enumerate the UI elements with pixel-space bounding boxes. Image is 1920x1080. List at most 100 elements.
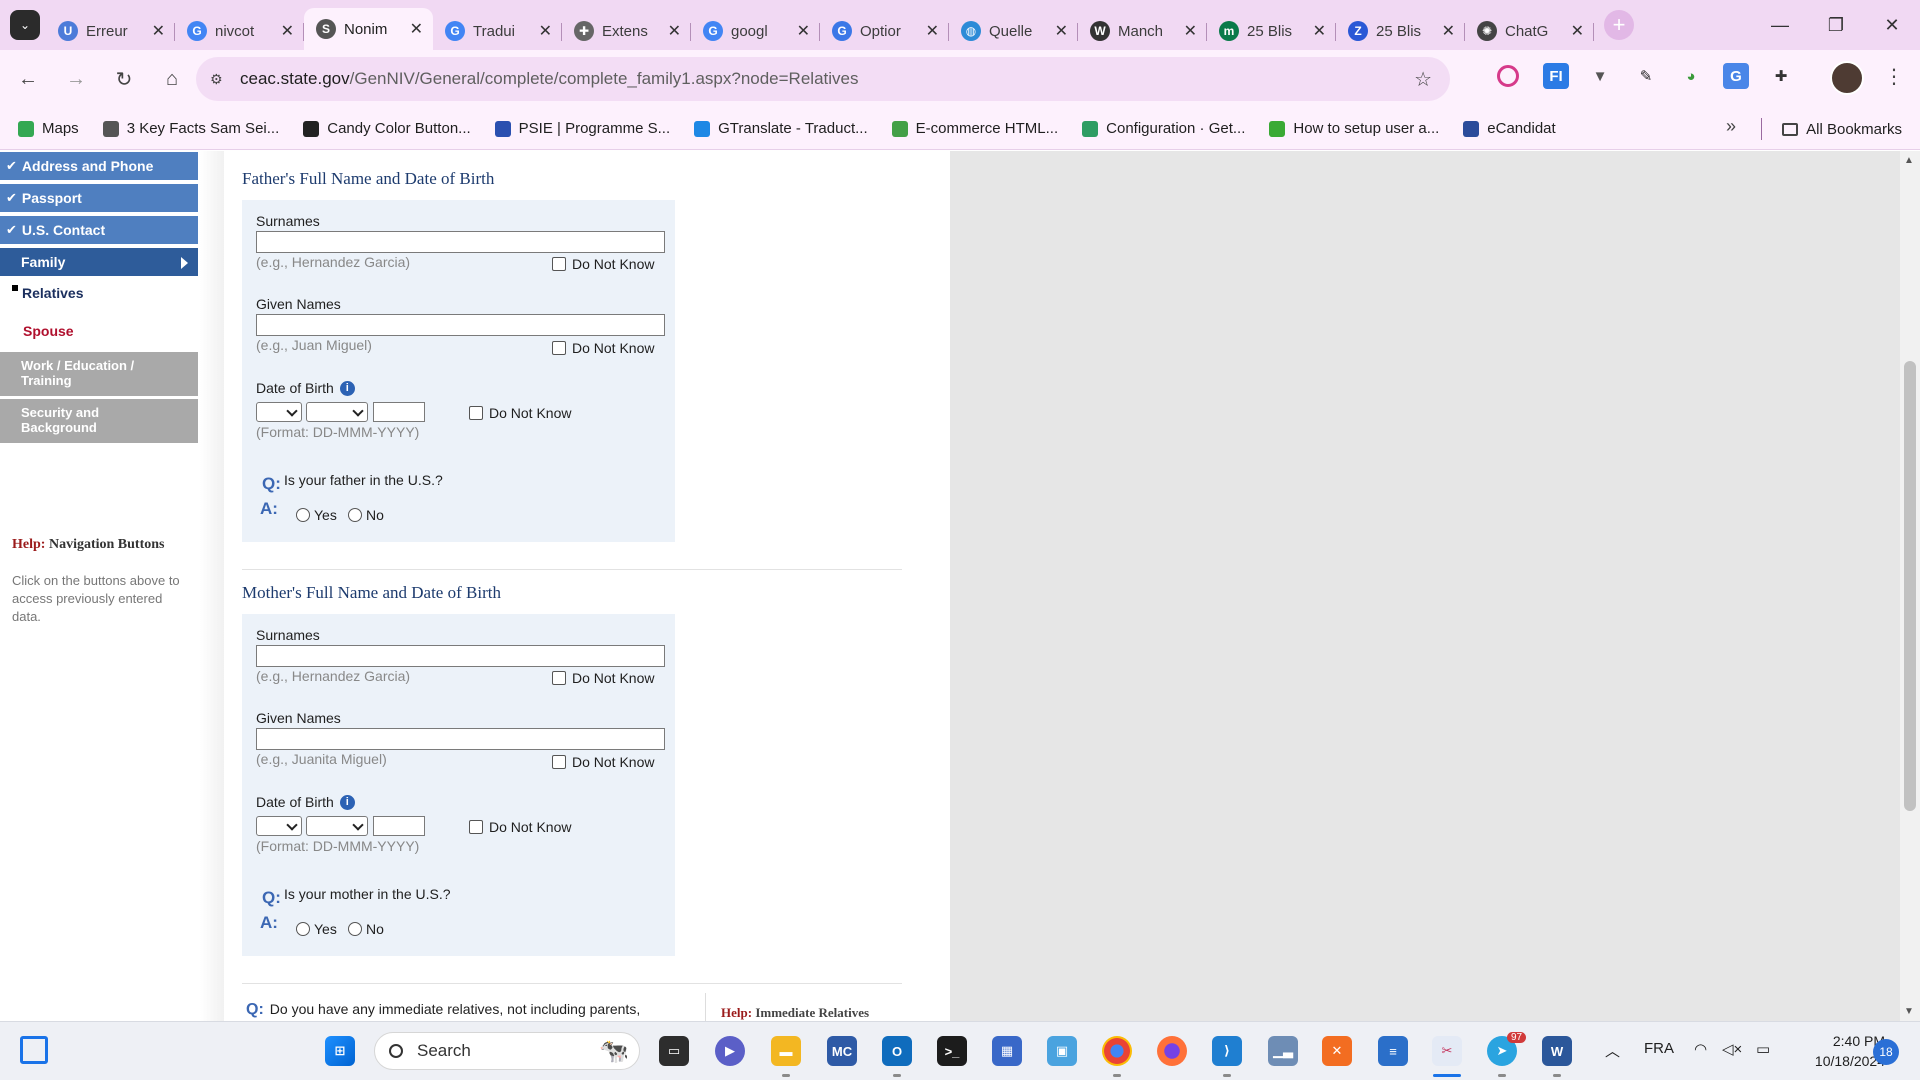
nav-work-education[interactable]: Work / Education / Training — [0, 352, 198, 397]
clock[interactable]: 2:40 PM 10/18/2024 — [1790, 1031, 1885, 1071]
father-given-dnk[interactable]: Do Not Know — [552, 340, 654, 356]
checkbox[interactable] — [469, 406, 483, 420]
notepad-icon[interactable]: ≡ — [1378, 1036, 1408, 1066]
browser-tab[interactable]: m 25 Blis ✕ — [1207, 12, 1336, 50]
eyedropper-icon[interactable]: ✎ — [1633, 63, 1659, 89]
scroll-up-icon[interactable]: ▲ — [1904, 155, 1914, 166]
nav-security-background[interactable]: Security and Background — [0, 399, 198, 444]
bookmark-item[interactable]: eCandidat — [1451, 114, 1567, 144]
widgets-icon[interactable] — [20, 1036, 48, 1064]
notification-count[interactable]: 18 — [1873, 1039, 1899, 1065]
tab-close-icon[interactable]: ✕ — [410, 19, 423, 39]
father-yes-radio[interactable]: Yes — [296, 507, 337, 523]
page-scrollbar[interactable]: ▲ ▼ — [1900, 151, 1920, 1021]
file-explorer-icon[interactable]: ▬ — [771, 1036, 801, 1066]
bookmark-item[interactable]: E-commerce HTML... — [880, 114, 1071, 144]
mother-surnames-dnk[interactable]: Do Not Know — [552, 670, 654, 686]
palette-extension-icon[interactable]: ◕ — [1678, 63, 1704, 89]
father-given-input[interactable] — [256, 314, 665, 336]
mother-dob-month-select[interactable] — [306, 816, 368, 836]
bookmark-item[interactable]: 3 Key Facts Sam Sei... — [91, 114, 292, 144]
info-icon[interactable]: i — [339, 381, 355, 396]
start-windows-icon[interactable]: ⊞ — [325, 1036, 355, 1066]
browser-tab[interactable]: Z 25 Blis ✕ — [1336, 12, 1465, 50]
bookmark-item[interactable]: GTranslate - Traduct... — [682, 114, 880, 144]
nav-family[interactable]: Family — [0, 248, 198, 277]
performance-monitor-icon[interactable]: ▁▃ — [1268, 1036, 1298, 1066]
battery-icon[interactable]: ▭ — [1756, 1040, 1770, 1058]
browser-tab[interactable]: ✺ ChatG ✕ — [1465, 12, 1594, 50]
father-no-radio[interactable]: No — [348, 507, 384, 523]
nav-us-contact[interactable]: ✔ U.S. Contact — [0, 216, 198, 245]
father-surnames-dnk[interactable]: Do Not Know — [552, 256, 654, 272]
checkbox[interactable] — [552, 341, 566, 355]
browser-tab[interactable]: S Nonim ✕ — [304, 8, 433, 50]
browser-tab[interactable]: Gnivcot ✕ — [175, 12, 304, 50]
info-icon[interactable]: i — [339, 795, 355, 810]
browser-tab[interactable]: Ggoogl ✕ — [691, 12, 820, 50]
minimize-button[interactable]: — — [1752, 0, 1808, 50]
tab-close-icon[interactable]: ✕ — [539, 21, 552, 41]
mother-no-radio[interactable]: No — [348, 921, 384, 937]
mother-given-dnk[interactable]: Do Not Know — [552, 754, 654, 770]
profile-avatar[interactable] — [1830, 61, 1864, 95]
tab-close-icon[interactable]: ✕ — [926, 21, 939, 41]
tab-close-icon[interactable]: ✕ — [281, 21, 294, 41]
firefox-icon[interactable] — [1157, 1036, 1187, 1066]
father-dob-year-input[interactable] — [373, 402, 425, 422]
nav-passport[interactable]: ✔ Passport — [0, 184, 198, 213]
mother-given-input[interactable] — [256, 728, 665, 750]
teams-icon[interactable]: ▶ — [715, 1036, 745, 1066]
mother-dob-year-input[interactable] — [373, 816, 425, 836]
tab-close-icon[interactable]: ✕ — [152, 21, 165, 41]
browser-menu-icon[interactable]: ⋮ — [1884, 64, 1904, 89]
bookmark-item[interactable]: Maps — [6, 114, 91, 144]
terminal-icon[interactable]: >_ — [937, 1036, 967, 1066]
bookmark-item[interactable]: PSIE | Programme S... — [483, 114, 682, 144]
wifi-icon[interactable]: ◠ — [1694, 1040, 1707, 1058]
mother-yes-radio[interactable]: Yes — [296, 921, 337, 937]
chrome-icon[interactable] — [1102, 1036, 1132, 1066]
mother-dob-day-select[interactable] — [256, 816, 302, 836]
volume-muted-icon[interactable]: ◁× — [1722, 1040, 1742, 1058]
nav-address-and-phone[interactable]: ✔ Address and Phone — [0, 152, 198, 181]
bookmark-item[interactable]: Configuration · Get... — [1070, 114, 1257, 144]
circle-extension-icon[interactable] — [1497, 65, 1519, 87]
close-window-button[interactable]: ✕ — [1864, 0, 1920, 50]
scroll-thumb[interactable] — [1904, 361, 1916, 811]
word-icon[interactable]: W — [1542, 1036, 1572, 1066]
tab-close-icon[interactable]: ✕ — [1184, 21, 1197, 41]
xampp-icon[interactable]: ✕ — [1322, 1036, 1352, 1066]
tab-close-icon[interactable]: ✕ — [668, 21, 681, 41]
father-dob-month-select[interactable] — [306, 402, 368, 422]
father-dob-day-select[interactable] — [256, 402, 302, 422]
tab-close-icon[interactable]: ✕ — [1055, 21, 1068, 41]
bookmark-item[interactable]: Candy Color Button... — [291, 114, 482, 144]
browser-tab[interactable]: G Tradui ✕ — [433, 12, 562, 50]
network-app-icon[interactable]: ▦ — [992, 1036, 1022, 1066]
radio-button[interactable] — [296, 508, 310, 522]
home-button[interactable]: ⌂ — [152, 59, 192, 99]
tab-close-icon[interactable]: ✕ — [797, 21, 810, 41]
snipping-tool-icon[interactable]: ✂ — [1432, 1036, 1462, 1066]
radio-button[interactable] — [296, 922, 310, 936]
browser-tab[interactable]: G Optior ✕ — [820, 12, 949, 50]
more-bookmarks-icon[interactable]: » — [1726, 116, 1736, 137]
bookmark-item[interactable]: How to setup user a... — [1257, 114, 1451, 144]
address-bar[interactable]: ⚙ ceac.state.gov/GenNIV/General/complete… — [196, 57, 1450, 101]
tab-close-icon[interactable]: ✕ — [1571, 21, 1584, 41]
browser-tab[interactable]: ◍ Quelle ✕ — [949, 12, 1078, 50]
back-button[interactable]: ← — [8, 59, 48, 99]
radio-button[interactable] — [348, 508, 362, 522]
radio-button[interactable] — [348, 922, 362, 936]
tab-close-icon[interactable]: ✕ — [1442, 21, 1455, 41]
forward-button[interactable]: → — [56, 59, 96, 99]
site-info-icon[interactable]: ⚙ — [210, 71, 240, 88]
checkbox[interactable] — [552, 755, 566, 769]
extensions-puzzle-icon[interactable]: ✚ — [1768, 63, 1794, 89]
tab-close-icon[interactable]: ✕ — [1313, 21, 1326, 41]
nav-sub-spouse[interactable]: Spouse — [23, 323, 74, 339]
bookmark-star-icon[interactable]: ☆ — [1414, 67, 1432, 92]
restore-button[interactable]: ❐ — [1808, 0, 1864, 50]
fi-extension-icon[interactable]: FI — [1543, 63, 1569, 89]
